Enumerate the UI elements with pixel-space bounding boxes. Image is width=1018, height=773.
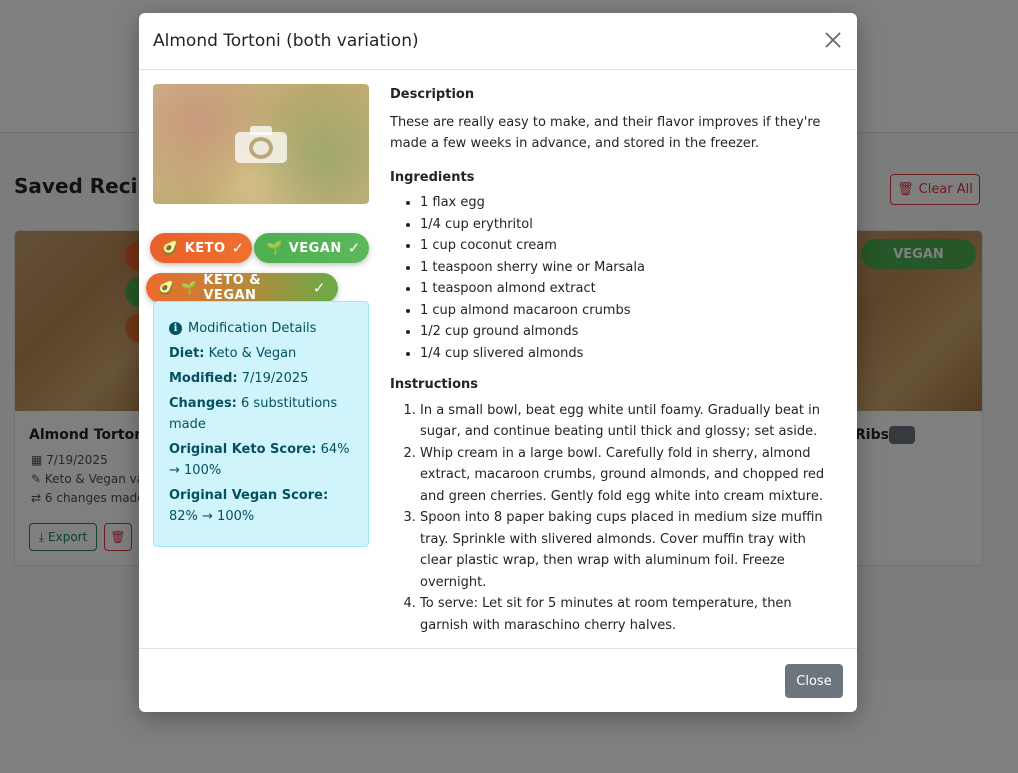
vegan-score-row: Original Vegan Score: 82% → 100% [169,485,353,527]
vegan-badge-label: VEGAN [288,240,342,256]
instructions-heading: Instructions [390,377,479,392]
keto-badge: 🥑 KETO ✓ [150,233,252,263]
modification-details-panel: i Modification Details Diet: Keto & Vega… [153,301,369,547]
modal-header: Almond Tortoni (both variation) [139,13,857,70]
check-icon: ✓ [347,239,361,257]
changes-label: Changes: [169,396,237,411]
seedling-icon: 🌱 [180,280,198,296]
keto-vegan-badge-label: KETO & VEGAN [203,273,262,303]
description-heading: Description [390,87,475,102]
vegan-badge: 🌱 VEGAN ✓ [254,233,369,263]
vegan-score-value: 82% → 100% [169,509,255,524]
modified-row: Modified: 7/19/2025 [169,368,353,389]
avocado-icon: 🥑 [162,240,179,256]
ingredients-list: 1 flax egg 1/4 cup erythritol 1 cup coco… [390,192,842,364]
modified-value: 7/19/2025 [241,371,309,386]
recipe-modal: Almond Tortoni (both variation) 🥑 KETO ✓… [139,13,857,712]
check-icon: ✓ [231,239,245,257]
modification-heading-text: Modification Details [188,321,317,336]
diet-row: Diet: Keto & Vegan [169,343,353,364]
modal-right-column: Description These are really easy to mak… [390,84,842,636]
check-icon: ✓ [312,279,326,297]
keto-vegan-badge: 🥑 🌱 KETO & VEGAN ✓ [146,273,338,303]
avocado-icon: 🥑 [158,280,175,296]
ingredient-item: 1 teaspoon sherry wine or Marsala [420,257,842,279]
instruction-step: To serve: Let sit for 5 minutes at room … [420,593,842,636]
ingredient-item: 1 cup coconut cream [420,235,842,257]
changes-row: Changes: 6 substitutions made [169,393,353,435]
instructions-list: In a small bowl, beat egg white until fo… [390,400,842,637]
close-icon[interactable] [823,30,843,50]
camera-icon [235,125,287,163]
modal-title: Almond Tortoni (both variation) [153,31,419,51]
ingredient-item: 1 flax egg [420,192,842,214]
modal-left-column [153,84,369,204]
diet-value: Keto & Vegan [208,346,297,361]
instruction-step: Spoon into 8 paper baking cups placed in… [420,507,842,593]
seedling-icon: 🌱 [266,240,283,256]
modified-label: Modified: [169,371,238,386]
instruction-step: Whip cream in a large bowl. Carefully fo… [420,443,842,508]
instruction-step: In a small bowl, beat egg white until fo… [420,400,842,443]
close-button[interactable]: Close [785,664,843,698]
diet-label: Diet: [169,346,205,361]
keto-score-label: Original Keto Score: [169,442,317,457]
description-text: These are really easy to make, and their… [390,114,821,152]
ingredient-item: 1/2 cup ground almonds [420,321,842,343]
ingredients-heading: Ingredients [390,169,475,185]
ingredient-item: 1 teaspoon almond extract [420,278,842,300]
keto-score-row: Original Keto Score: 64% → 100% [169,439,353,481]
ingredient-item: 1 cup almond macaroon crumbs [420,300,842,322]
info-icon: i [169,322,182,335]
modification-heading: i Modification Details [169,318,353,339]
ingredient-item: 1/4 cup slivered almonds [420,343,842,365]
recipe-photo [153,84,369,204]
modal-footer: Close [139,648,857,712]
vegan-score-label: Original Vegan Score: [169,488,329,503]
keto-badge-label: KETO [184,240,226,256]
ingredient-item: 1/4 cup erythritol [420,214,842,236]
